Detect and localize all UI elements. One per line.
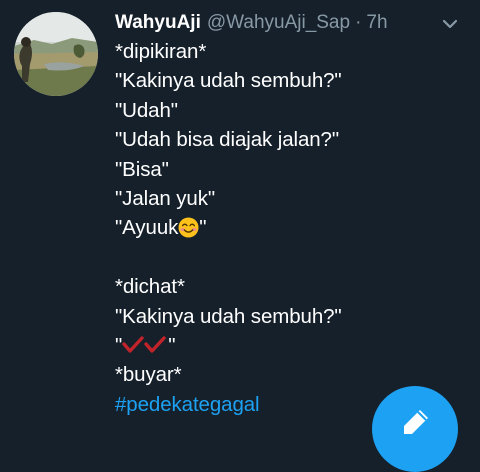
tweet-line: " ": [115, 331, 465, 360]
display-name[interactable]: WahyuAji: [115, 10, 201, 36]
tweet-line: *dichat*: [115, 275, 185, 299]
tweet-line: "Kakinya udah sembuh?": [115, 69, 342, 93]
tweet-header: WahyuAji @WahyuAji_Sap · 7h: [115, 10, 388, 36]
tweet[interactable]: WahyuAji @WahyuAji_Sap · 7h *dipikiran* …: [0, 0, 480, 472]
compose-tweet-icon: [396, 404, 432, 440]
tweet-line: "Ayuuk ": [115, 213, 465, 242]
tweet-line: "Bisa": [115, 157, 169, 181]
tweet-line: "Udah": [115, 98, 178, 122]
separator-dot: ·: [355, 12, 362, 33]
compose-tweet-button[interactable]: [372, 386, 458, 472]
tweet-timestamp[interactable]: 7h: [366, 10, 387, 36]
tweet-line: "Kakinya udah sembuh?": [115, 304, 342, 328]
tweet-line: *dipikiran*: [115, 40, 207, 63]
smiling-face-emoji-icon: [178, 217, 199, 238]
tweet-line: "Jalan yuk": [115, 186, 216, 210]
avatar[interactable]: [14, 12, 98, 96]
tweet-line-text: ": [115, 333, 123, 357]
tweet-line-text: ": [199, 216, 207, 240]
tweet-line-text: ": [168, 333, 176, 357]
tweet-line-text: "Ayuuk: [115, 216, 179, 240]
red-check-marks-icon: [122, 333, 168, 353]
avatar-photo: [14, 12, 98, 96]
user-handle[interactable]: @WahyuAji_Sap: [207, 10, 350, 36]
tweet-line: "Udah bisa diajak jalan?": [115, 128, 340, 152]
chevron-down-icon[interactable]: [440, 14, 460, 34]
tweet-text: *dipikiran* "Kakinya udah sembuh?" "Udah…: [115, 37, 465, 419]
